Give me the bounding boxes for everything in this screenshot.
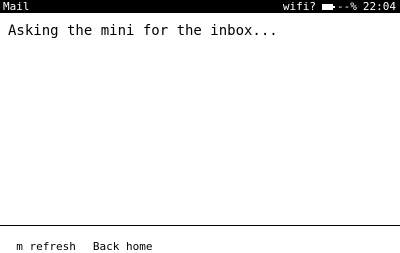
status-indicators: wifi? --% 22:04	[283, 0, 396, 13]
loading-message: Asking the mini for the inbox...	[8, 23, 278, 39]
back-home-hint[interactable]: Back home	[93, 240, 153, 253]
battery-icon	[322, 3, 335, 10]
status-bar: Mail wifi? --% 22:04	[0, 0, 400, 13]
battery-level: --%	[337, 0, 357, 13]
wifi-status: wifi?	[282, 0, 316, 13]
clock: 22:04	[362, 0, 396, 13]
refresh-hint[interactable]: m refresh	[16, 240, 76, 253]
footer-hints: m refresh Back home	[3, 227, 152, 253]
footer-divider	[0, 225, 400, 226]
app-title: Mail	[3, 0, 30, 13]
